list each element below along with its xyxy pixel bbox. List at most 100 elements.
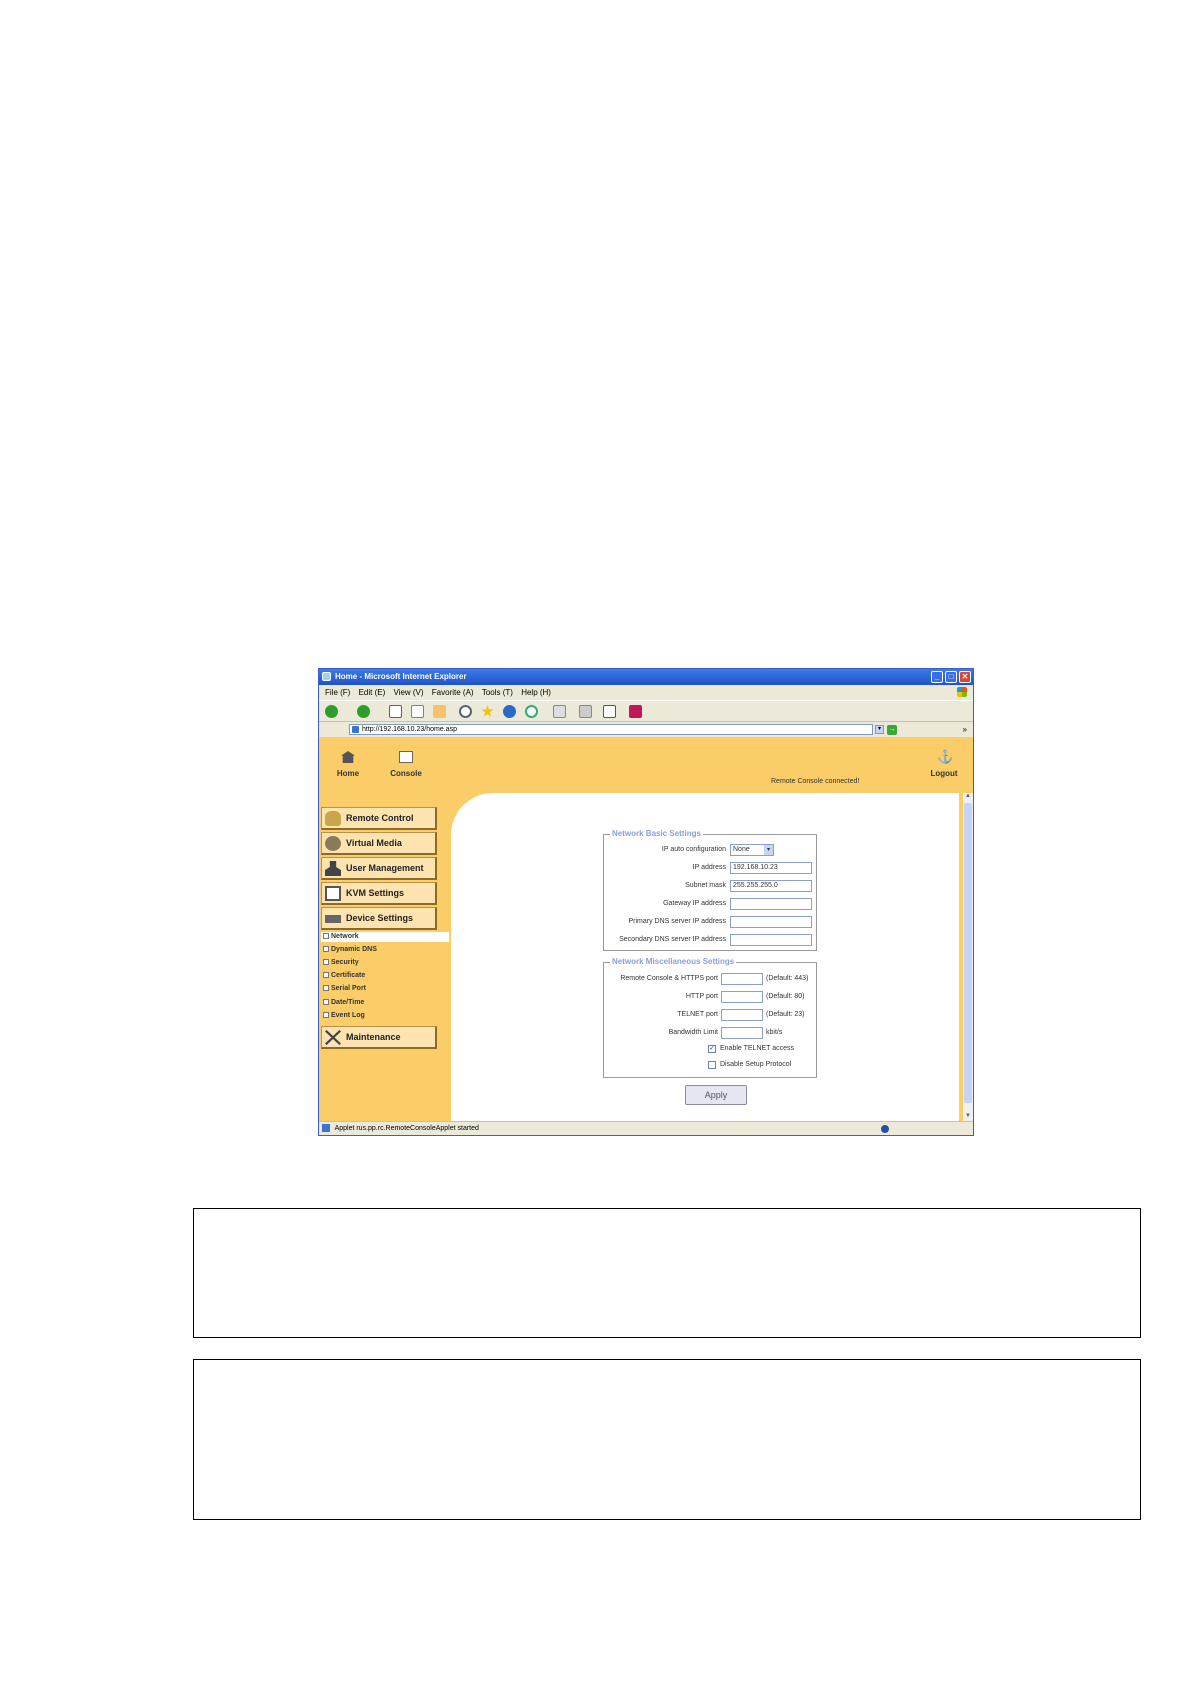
ip-auto-value: None [733,846,750,853]
maximize-button[interactable]: □ [945,671,957,683]
secondary-dns-field[interactable] [730,934,812,946]
bandwidth-unit: kbit/s [766,1029,783,1036]
ip-address-label: IP address [692,864,726,871]
network-misc-settings: Network Miscellaneous Settings Remote Co… [603,957,817,1078]
user-management-icon [325,861,341,876]
menu-favorite[interactable]: Favorite (A) [432,688,474,697]
window-title: Home - Microsoft Internet Explorer [335,672,467,681]
menu-remote-control[interactable]: Remote Control [321,807,437,830]
menu-bar: File (F) Edit (E) View (V) Favorite (A) … [319,685,973,700]
home-icon [341,751,355,763]
title-bar: Home - Microsoft Internet Explorer _ □ ✕ [319,669,973,685]
edit-icon[interactable] [603,705,616,718]
menu-help[interactable]: Help (H) [521,688,551,697]
sub-date-time[interactable]: Date/Time [323,999,364,1006]
stop-icon[interactable] [389,705,402,718]
sub-network[interactable]: Network [323,933,359,940]
menu-virtual-media[interactable]: Virtual Media [321,832,437,855]
content-panel: Network Basic Settings IP auto configura… [451,793,959,1122]
vertical-scrollbar[interactable]: ▲ ▼ [963,793,973,1122]
minimize-button[interactable]: _ [931,671,943,683]
menu-edit[interactable]: Edit (E) [359,688,386,697]
gateway-field[interactable] [730,898,812,910]
sub-security[interactable]: Security [323,959,359,966]
group-legend: Network Basic Settings [610,829,703,838]
http-port-field[interactable] [721,991,763,1003]
sub-certificate[interactable]: Certificate [323,972,365,979]
scroll-up-icon[interactable]: ▲ [963,793,973,802]
internet-zone-icon [881,1125,889,1133]
search-icon[interactable] [459,705,472,718]
go-button[interactable]: → [887,725,897,735]
bullet-icon [323,972,329,979]
sub-dynamic-dns-label: Dynamic DNS [331,946,377,953]
bullet-icon [323,1012,329,1019]
windows-logo-icon [957,687,967,697]
sub-serial-port-label: Serial Port [331,985,367,992]
forward-icon[interactable] [357,705,370,718]
chevron-down-icon: ▾ [764,845,773,855]
group-legend: Network Miscellaneous Settings [610,957,737,966]
menu-kvm-settings[interactable]: KVM Settings [321,882,437,905]
sub-serial-port[interactable]: Serial Port [323,985,366,992]
ip-address-field[interactable]: 192.168.10.23 [730,862,812,874]
subnet-mask-field[interactable]: 255.255.255.0 [730,880,812,892]
menu-view[interactable]: View (V) [393,688,423,697]
back-icon[interactable] [325,705,338,718]
sub-certificate-label: Certificate [331,972,366,979]
virtual-media-icon [325,836,341,851]
https-default: (Default: 443) [766,975,809,982]
primary-dns-field[interactable] [730,916,812,928]
toolbar-more[interactable]: » [963,722,967,737]
menu-file[interactable]: File (F) [325,688,350,697]
bullet-icon [323,959,329,966]
bullet-icon [323,999,329,1006]
menu-user-management[interactable]: User Management [321,857,437,880]
print-icon[interactable] [579,705,592,718]
ip-auto-label: IP auto configuration [661,846,726,853]
menu-maintenance[interactable]: Maintenance [321,1026,437,1049]
nav-console[interactable]: Console [389,751,423,778]
address-url: http://192.168.10.23/home.asp [362,726,457,733]
ip-auto-select[interactable]: None ▾ [730,844,774,856]
console-icon [399,751,413,763]
status-bar: Applet rus.pp.rc.RemoteConsoleApplet sta… [319,1121,973,1135]
home-icon[interactable] [433,705,446,718]
disable-setup-checkbox[interactable] [708,1061,716,1069]
bullet-icon [323,946,329,953]
device-settings-icon [325,915,341,923]
refresh-icon[interactable] [411,705,424,718]
favorites-icon[interactable] [481,705,494,717]
http-default: (Default: 80) [766,993,805,1000]
mail-icon[interactable] [553,705,566,718]
menu-virtual-media-label: Virtual Media [346,838,402,848]
nav-home[interactable]: Home [333,751,363,778]
telnet-port-label: TELNET port [677,1011,718,1018]
scroll-thumb[interactable] [964,803,972,1103]
close-button[interactable]: ✕ [959,671,971,683]
sub-event-log[interactable]: Event Log [323,1012,365,1019]
enable-telnet-checkbox[interactable]: ✓ [708,1045,716,1053]
bandwidth-label: Bandwidth Limit [668,1029,718,1036]
menu-tools[interactable]: Tools (T) [482,688,513,697]
address-dropdown-icon[interactable]: ▾ [875,725,884,734]
bullet-icon [323,933,329,940]
nav-logout[interactable]: ⚓ Logout [927,750,961,778]
telnet-port-field[interactable] [721,1009,763,1021]
apply-button[interactable]: Apply [685,1085,747,1105]
messenger-icon[interactable] [629,705,642,718]
browser-window: Home - Microsoft Internet Explorer _ □ ✕… [318,668,974,1136]
maintenance-icon [325,1030,341,1045]
history-icon[interactable] [525,705,538,718]
menu-device-settings[interactable]: Device Settings [321,907,437,930]
empty-box [193,1208,1141,1338]
bandwidth-field[interactable] [721,1027,763,1039]
sub-dynamic-dns[interactable]: Dynamic DNS [323,946,377,953]
address-input[interactable]: http://192.168.10.23/home.asp [349,724,873,735]
media-icon[interactable] [503,705,516,718]
ie-icon [322,672,331,681]
nav-logout-label: Logout [930,769,958,778]
menu-kvm-settings-label: KVM Settings [346,888,405,898]
kvm-settings-icon [325,886,341,901]
https-port-field[interactable] [721,973,763,985]
